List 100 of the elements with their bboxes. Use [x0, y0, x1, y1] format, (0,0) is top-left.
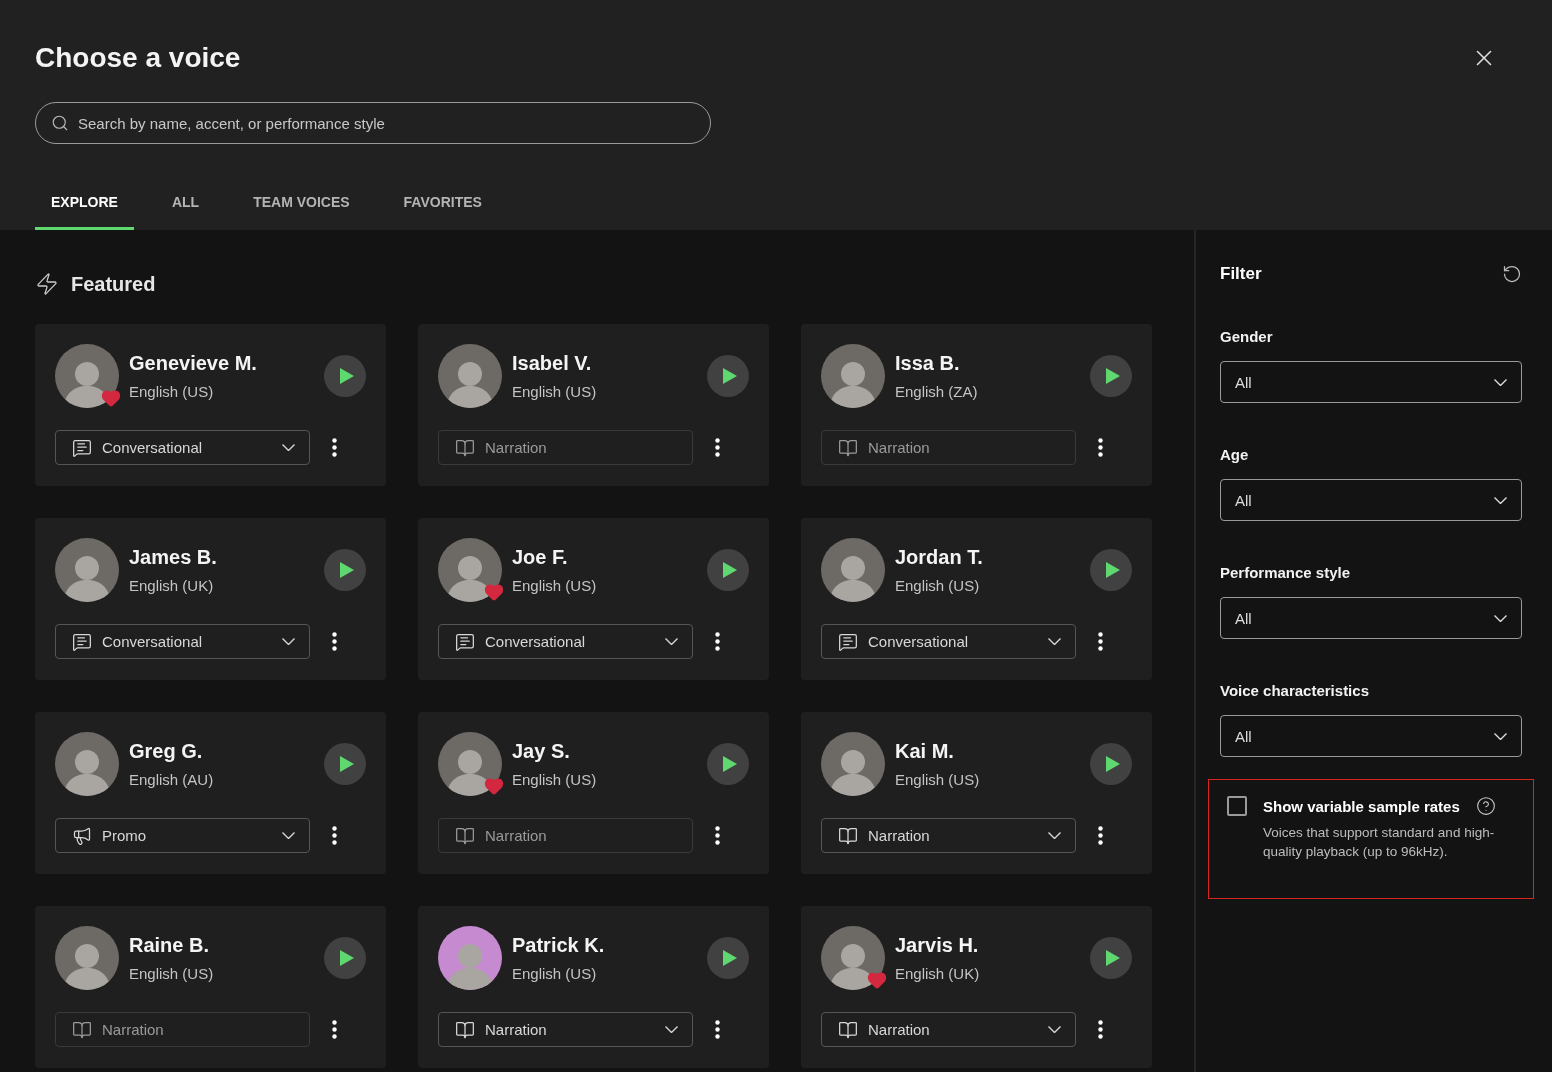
- play-icon: [339, 368, 354, 384]
- play-button[interactable]: [1090, 549, 1132, 591]
- filter-title: Filter: [1220, 264, 1262, 284]
- more-options-button[interactable]: [1098, 632, 1103, 651]
- vertical-dots-icon: [715, 632, 720, 651]
- voice-name: Isabel V.: [512, 352, 593, 375]
- filter-select[interactable]: All: [1220, 715, 1522, 757]
- play-button[interactable]: [707, 937, 749, 979]
- speech-bubble-icon: [72, 437, 92, 458]
- more-options-button[interactable]: [1098, 826, 1103, 845]
- style-select[interactable]: Conversational: [55, 624, 310, 659]
- checkbox-description: Voices that support standard and high-quality playback (up to 96kHz).: [1263, 824, 1496, 861]
- more-options-button[interactable]: [715, 632, 720, 651]
- voice-name: Jordan T.: [895, 546, 984, 569]
- filter-label: Age: [1220, 446, 1250, 463]
- tab[interactable]: TEAM VOICES: [237, 186, 366, 230]
- more-options-button[interactable]: [332, 826, 337, 845]
- style-select[interactable]: Narration: [821, 1012, 1076, 1047]
- play-button[interactable]: [324, 743, 366, 785]
- play-button[interactable]: [324, 549, 366, 591]
- play-button[interactable]: [324, 355, 366, 397]
- play-icon: [1105, 368, 1120, 384]
- voice-accent: English (AU): [129, 771, 215, 788]
- chevron-down-icon: [1048, 1026, 1061, 1033]
- vertical-dots-icon: [332, 632, 337, 651]
- more-options-button[interactable]: [1098, 438, 1103, 457]
- chevron-down-icon: [1494, 496, 1507, 504]
- style-select[interactable]: Conversational: [55, 430, 310, 465]
- voice-name: Jarvis H.: [895, 934, 980, 957]
- play-button[interactable]: [707, 549, 749, 591]
- filter-label: Performance style: [1220, 564, 1352, 581]
- vertical-dots-icon: [715, 438, 720, 457]
- search-field[interactable]: Search by name, accent, or performance style: [35, 102, 711, 144]
- voice-accent: English (US): [512, 965, 598, 982]
- more-options-button[interactable]: [332, 1020, 337, 1039]
- voice-name: Issa B.: [895, 352, 961, 375]
- filter-label: Gender: [1220, 328, 1274, 345]
- style-select: Narration: [55, 1012, 310, 1047]
- play-button[interactable]: [1090, 743, 1132, 785]
- chevron-down-icon: [282, 832, 295, 839]
- tab[interactable]: ALL: [155, 186, 216, 230]
- play-icon: [722, 562, 737, 578]
- chevron-down-icon: [1494, 732, 1507, 740]
- more-options-button[interactable]: [332, 632, 337, 651]
- voice-name: Raine B.: [129, 934, 211, 957]
- chevron-down-icon: [1048, 638, 1061, 645]
- play-button[interactable]: [324, 937, 366, 979]
- more-options-button[interactable]: [715, 1020, 720, 1039]
- checkbox[interactable]: [1227, 796, 1247, 816]
- voice-accent: English (US): [512, 577, 598, 594]
- voice-accent: English (UK): [129, 577, 215, 594]
- more-options-button[interactable]: [715, 438, 720, 457]
- chevron-down-icon: [282, 638, 295, 645]
- play-button[interactable]: [707, 355, 749, 397]
- voice-accent: English (US): [895, 577, 981, 594]
- style-select[interactable]: Narration: [821, 818, 1076, 853]
- voice-name: Joe F.: [512, 546, 569, 569]
- speech-bubble-icon: [455, 631, 475, 652]
- chevron-down-icon: [1048, 832, 1061, 839]
- style-select[interactable]: Promo: [55, 818, 310, 853]
- speech-bubble-icon: [838, 631, 858, 652]
- chevron-down-icon: [665, 638, 678, 645]
- voice-accent: English (US): [129, 383, 215, 400]
- play-button[interactable]: [1090, 937, 1132, 979]
- play-icon: [1105, 562, 1120, 578]
- vertical-dots-icon: [1098, 826, 1103, 845]
- filter-select[interactable]: All: [1220, 479, 1522, 521]
- section-title: Featured: [71, 272, 156, 296]
- more-options-button[interactable]: [332, 438, 337, 457]
- book-icon: [838, 1019, 858, 1040]
- chevron-down-icon: [282, 444, 295, 451]
- chevron-down-icon: [1494, 378, 1507, 386]
- help-icon[interactable]: [1475, 796, 1496, 816]
- filter-select[interactable]: All: [1220, 597, 1522, 639]
- play-icon: [1105, 756, 1120, 772]
- play-button[interactable]: [1090, 355, 1132, 397]
- style-select[interactable]: Narration: [438, 1012, 693, 1047]
- vertical-dots-icon: [715, 826, 720, 845]
- style-select: Narration: [438, 818, 693, 853]
- play-icon: [722, 950, 737, 966]
- filter-label: Voice characteristics: [1220, 682, 1370, 699]
- vertical-dots-icon: [332, 438, 337, 457]
- play-icon: [339, 756, 354, 772]
- more-options-button[interactable]: [1098, 1020, 1103, 1039]
- reset-button[interactable]: [1502, 264, 1522, 284]
- style-select: Narration: [438, 430, 693, 465]
- tab[interactable]: EXPLORE: [35, 186, 134, 230]
- style-select[interactable]: Conversational: [821, 624, 1076, 659]
- play-button[interactable]: [707, 743, 749, 785]
- book-icon: [455, 825, 475, 846]
- filter-select[interactable]: All: [1220, 361, 1522, 403]
- tab[interactable]: FAVORITES: [387, 186, 498, 230]
- play-icon: [1105, 950, 1120, 966]
- vertical-dots-icon: [715, 1020, 720, 1039]
- more-options-button[interactable]: [715, 826, 720, 845]
- book-icon: [455, 437, 475, 458]
- vertical-dots-icon: [1098, 438, 1103, 457]
- style-select: Narration: [821, 430, 1076, 465]
- style-select[interactable]: Conversational: [438, 624, 693, 659]
- voice-name: Patrick K.: [512, 934, 606, 957]
